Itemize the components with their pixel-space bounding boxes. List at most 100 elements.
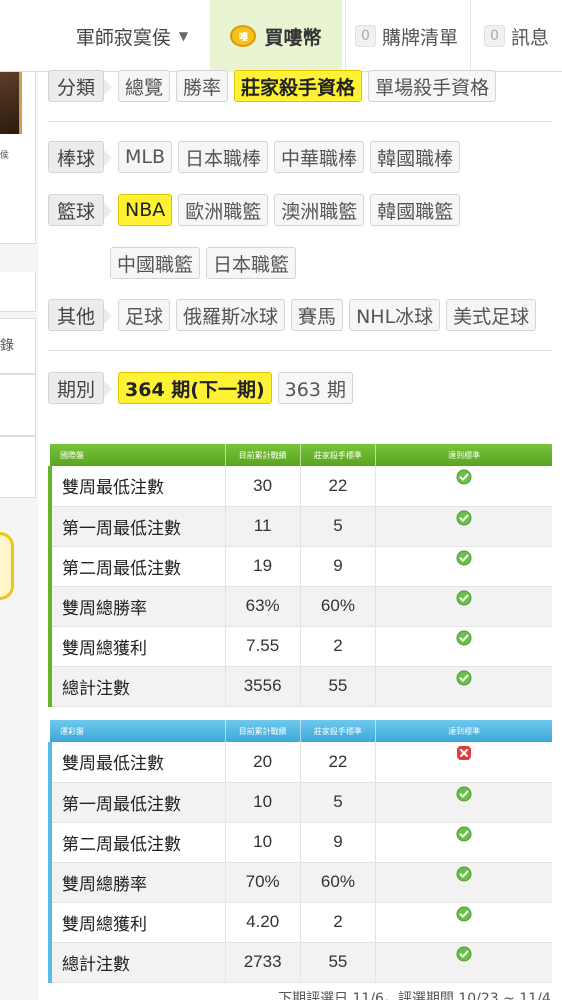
filter-label-category: 分類 (48, 70, 113, 102)
header-met: 達到標準 (448, 450, 481, 460)
filter-row-basketball: 籃球 NBA 歐洲職籃 澳洲職籃 韓國職籃 (48, 194, 466, 226)
standard-value: 2 (300, 902, 377, 943)
current-value: 7.55 (225, 626, 301, 667)
header-current: 目前累計戰績 (225, 444, 301, 466)
sidebar-menu-item[interactable] (0, 436, 36, 498)
filter-row-basketball-more: 中國職籃 日本職籃 (110, 247, 302, 279)
cart-count-badge: 0 (355, 25, 376, 47)
buy-coins-button[interactable]: 嘍 買嘍幣 (210, 0, 342, 72)
table-row: 總計注數 2733 55 (47, 942, 552, 983)
standard-value: 60% (300, 586, 377, 627)
row-label: 總計注數 (47, 942, 226, 983)
standard-value: 22 (300, 742, 377, 783)
standard-value: 22 (300, 466, 377, 507)
current-value: 2733 (225, 942, 301, 983)
check-circle-icon (456, 510, 472, 525)
chip-cpbl[interactable]: 中華職棒 (274, 141, 365, 173)
sidebar-menu-label: 錄 (0, 338, 14, 354)
chip-period-prev[interactable]: 363 期 (277, 372, 353, 404)
current-value: 10 (225, 782, 301, 823)
chip-cba[interactable]: 中國職籃 (110, 247, 201, 279)
check-circle-icon (456, 670, 472, 685)
chip-single-killer[interactable]: 單場殺手資格 (368, 70, 497, 102)
row-label: 第一周最低注數 (47, 782, 226, 823)
chip-horse-racing[interactable]: 賽馬 (291, 299, 344, 331)
cross-square-icon (457, 746, 472, 761)
status-cell (375, 742, 552, 783)
left-sidebar: 侯 錄 (0, 0, 38, 1000)
current-value: 11 (225, 506, 301, 547)
user-name: 軍師寂寞侯 (75, 26, 171, 49)
message-count-badge: 0 (484, 25, 505, 47)
status-cell (375, 466, 552, 507)
current-value: 3556 (225, 666, 301, 707)
current-value: 20 (225, 742, 301, 783)
filter-label-basketball: 籃球 (48, 194, 113, 226)
chip-kor-basketball[interactable]: 韓國職籃 (370, 194, 461, 226)
chip-nfl[interactable]: 美式足球 (446, 299, 537, 331)
chip-nhl[interactable]: NHL冰球 (349, 299, 441, 331)
chip-overview[interactable]: 總覽 (118, 70, 171, 102)
current-value: 63% (225, 586, 301, 627)
header-current: 目前累計戰績 (225, 720, 301, 742)
standard-value: 55 (300, 666, 377, 707)
chip-kbo[interactable]: 韓國職棒 (370, 141, 461, 173)
chip-win-rate[interactable]: 勝率 (176, 70, 229, 102)
status-cell (375, 546, 552, 587)
international-qualification-table: 國際盤 目前累計戰績 莊家殺手標準 達到標準 雙周最低注數 30 22 第一周最低注數… (47, 444, 552, 707)
chip-period-next[interactable]: 364 期(下一期) (118, 372, 272, 404)
sidebar-fragment-text: 侯 (0, 151, 10, 161)
sidebar-menu-item[interactable] (0, 374, 36, 436)
standard-value: 55 (300, 942, 377, 983)
header-market: 運彩盤 (50, 720, 226, 742)
row-label: 雙周總獲利 (47, 626, 226, 667)
cart-label: 購牌清單 (381, 26, 458, 49)
table-row: 雙周總勝率 70% 60% (47, 862, 552, 903)
chip-bookie-killer[interactable]: 莊家殺手資格 (234, 70, 363, 102)
check-circle-icon (456, 866, 472, 881)
check-circle-icon (456, 590, 472, 605)
filter-row-period: 期別 364 期(下一期) 363 期 (48, 372, 359, 404)
messages-label: 訊息 (510, 26, 549, 49)
filter-row-baseball: 棒球 MLB 日本職棒 中華職棒 韓國職棒 (48, 141, 466, 173)
check-circle-icon (456, 946, 472, 961)
divider (48, 121, 552, 122)
chip-nba[interactable]: NBA (118, 194, 173, 226)
table-row: 第一周最低注數 11 5 (47, 506, 552, 547)
messages-link[interactable]: 0 訊息 (470, 0, 562, 72)
check-circle-icon (456, 630, 472, 645)
status-cell (375, 862, 552, 903)
top-nav: 軍師寂寞侯 ▼ 嘍 買嘍幣 0 購牌清單 0 訊息 (0, 0, 562, 72)
footer-note: 下期評選日 11/6，評選期間 10/23 ~ 11/4 (278, 991, 551, 1000)
table-row: 雙周總獲利 7.55 2 (47, 626, 552, 667)
standard-value: 5 (300, 782, 377, 823)
chip-soccer[interactable]: 足球 (118, 299, 171, 331)
current-value: 70% (225, 862, 301, 903)
status-cell (375, 902, 552, 943)
table-header: 運彩盤 目前累計戰績 莊家殺手標準 達到標準 (50, 720, 552, 742)
current-value: 10 (225, 822, 301, 863)
row-label: 雙周總勝率 (47, 862, 226, 903)
row-label: 雙周總勝率 (47, 586, 226, 627)
chip-jpn-basketball[interactable]: 日本職籃 (206, 247, 297, 279)
row-label: 雙周總獲利 (47, 902, 226, 943)
chip-khl[interactable]: 俄羅斯冰球 (176, 299, 286, 331)
cart-link[interactable]: 0 購牌清單 (345, 0, 467, 72)
chip-euro-basketball[interactable]: 歐洲職籃 (178, 194, 269, 226)
check-circle-icon (456, 826, 472, 841)
sidebar-menu-item[interactable]: 錄 (0, 318, 36, 374)
table-row: 第二周最低注數 10 9 (47, 822, 552, 863)
user-menu[interactable]: 軍師寂寞侯 ▼ (56, 0, 208, 72)
status-cell (375, 506, 552, 547)
chip-aus-basketball[interactable]: 澳洲職籃 (274, 194, 365, 226)
standard-value: 9 (300, 822, 377, 863)
chip-npb[interactable]: 日本職棒 (178, 141, 269, 173)
row-label: 第二周最低注數 (47, 822, 226, 863)
chip-mlb[interactable]: MLB (118, 141, 173, 173)
table-header: 國際盤 目前累計戰績 莊家殺手標準 達到標準 (50, 444, 552, 466)
buy-coins-label: 買嘍幣 (264, 26, 322, 49)
standard-value: 60% (300, 862, 377, 903)
caret-down-icon: ▼ (178, 29, 189, 43)
standard-value: 9 (300, 546, 377, 587)
current-value: 4.20 (225, 902, 301, 943)
